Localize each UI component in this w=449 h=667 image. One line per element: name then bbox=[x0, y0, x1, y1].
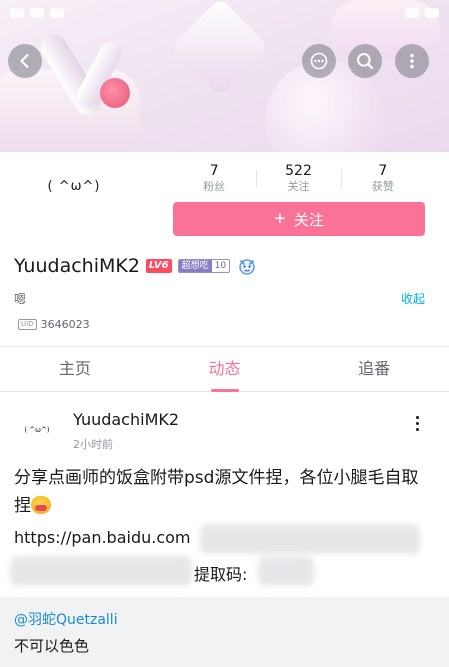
stat-likes[interactable]: 7 获赞 bbox=[340, 162, 425, 196]
post-author[interactable]: YuudachiMK2 bbox=[73, 410, 179, 429]
comment-mention[interactable]: @羽蛇Quetzalli bbox=[14, 609, 118, 629]
post-text-block: 分享点画师的饭盒附带psd源文件捏，各位小腿毛自取捏 bbox=[14, 464, 434, 520]
profile-tabs: 主页 动态 追番 bbox=[0, 346, 449, 392]
search-icon bbox=[357, 53, 374, 70]
status-icon bbox=[10, 8, 24, 18]
uid-value: 3646023 bbox=[40, 318, 90, 331]
plus-icon: + bbox=[274, 208, 286, 230]
tab-dynamics[interactable]: 动态 bbox=[150, 347, 300, 392]
stat-value: 7 bbox=[378, 163, 388, 179]
stat-value: 522 bbox=[285, 163, 312, 179]
stat-label: 粉丝 bbox=[203, 180, 226, 193]
comment-text: 不可以色色 bbox=[14, 637, 90, 655]
post-more-button[interactable] bbox=[409, 412, 425, 434]
post-text: 分享点画师的饭盒附带psd源文件捏，各位小腿毛自取捏 bbox=[14, 468, 419, 516]
profile-header: ( ^ω^) 7 粉丝 522 关注 7 获赞 + 关注 bbox=[0, 152, 449, 244]
more-vertical-icon bbox=[410, 53, 414, 69]
redacted-area bbox=[258, 556, 314, 586]
collapse-link[interactable]: 收起 bbox=[401, 290, 425, 307]
signature: 嗯 bbox=[14, 292, 27, 306]
battery-icon bbox=[425, 8, 439, 18]
extraction-code-label: 提取码: bbox=[194, 565, 248, 584]
tab-bangumi[interactable]: 追番 bbox=[299, 347, 449, 391]
post-time: 2小时前 bbox=[73, 438, 113, 451]
status-icon bbox=[405, 8, 419, 18]
dynamic-card[interactable]: ( ^ω^) YuudachiMK2 2小时前 分享点画师的饭盒附带psd源文件… bbox=[0, 398, 449, 593]
medal-name: 超想吃 bbox=[178, 260, 212, 272]
avatar[interactable]: ( ^ω^) bbox=[14, 166, 134, 206]
follow-button-label: 关注 bbox=[293, 211, 324, 229]
medal-level: 10 bbox=[211, 260, 230, 272]
banner-shape bbox=[170, 0, 270, 97]
stat-value: 7 bbox=[209, 163, 219, 179]
status-icon bbox=[50, 8, 64, 18]
more-options-button[interactable] bbox=[302, 44, 336, 78]
stat-following[interactable]: 522 关注 bbox=[256, 162, 340, 196]
level-badge: LV6 bbox=[145, 259, 172, 273]
redacted-area bbox=[10, 556, 192, 586]
fan-medal[interactable]: 超想吃 10 bbox=[177, 259, 231, 273]
redacted-area bbox=[200, 524, 420, 554]
post-avatar[interactable]: ( ^ω^) bbox=[14, 412, 60, 448]
stat-label: 获赞 bbox=[371, 180, 394, 193]
follow-button[interactable]: + 关注 bbox=[173, 202, 425, 236]
more-vertical-icon bbox=[415, 415, 419, 419]
profile-stats: 7 粉丝 522 关注 7 获赞 bbox=[172, 162, 425, 196]
status-icon bbox=[30, 8, 44, 18]
stat-fans[interactable]: 7 粉丝 bbox=[172, 162, 256, 196]
status-bar-left bbox=[10, 6, 64, 20]
back-button[interactable] bbox=[8, 44, 42, 78]
more-horizontal-icon bbox=[310, 52, 328, 70]
comment-preview[interactable]: @羽蛇Quetzalli 不可以色色 bbox=[0, 597, 449, 667]
search-button[interactable] bbox=[348, 44, 382, 78]
chevron-left-icon bbox=[20, 53, 29, 69]
tab-home[interactable]: 主页 bbox=[0, 347, 150, 391]
menu-button[interactable] bbox=[395, 44, 429, 78]
username: YuudachiMK2 bbox=[14, 255, 140, 277]
status-bar-right bbox=[405, 6, 439, 20]
name-row: YuudachiMK2 LV6 超想吃 10 bbox=[14, 253, 258, 279]
stat-label: 关注 bbox=[287, 180, 310, 193]
emoji-icon bbox=[31, 496, 51, 514]
uid-tag: UID bbox=[18, 319, 37, 330]
banner-shape bbox=[100, 78, 130, 108]
post-link[interactable]: https://pan.baidu.com bbox=[14, 528, 191, 547]
profile-banner bbox=[0, 0, 449, 152]
fan-badge-icon bbox=[239, 259, 255, 275]
uid-row: UID 3646023 bbox=[18, 318, 90, 331]
